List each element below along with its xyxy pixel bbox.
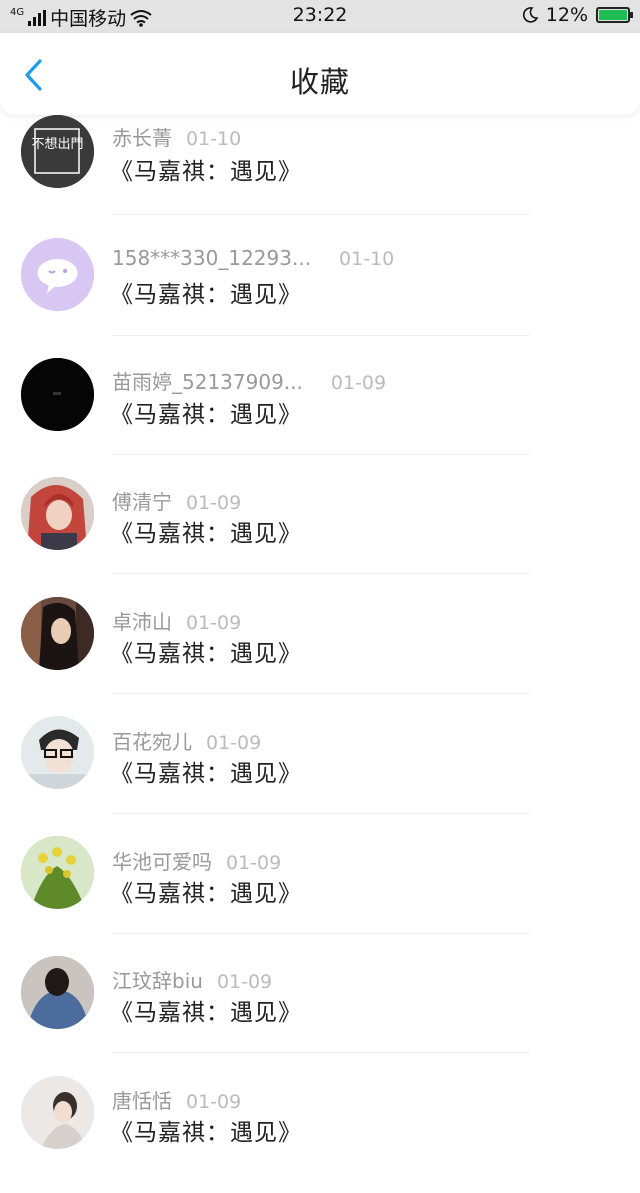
item-meta: 赤长菁 01-10 — [112, 122, 241, 151]
item-date: 01-09 — [186, 1091, 242, 1113]
divider — [112, 1052, 530, 1053]
status-right: 12% — [522, 4, 633, 26]
item-meta: 华池可爱吗 01-09 — [112, 846, 281, 875]
item-title: 《马嘉祺：遇见》 — [110, 881, 302, 907]
item-title: 《马嘉祺：遇见》 — [110, 521, 302, 547]
list-item[interactable]: 江玟辞biu 01-09 《马嘉祺：遇见》 — [0, 953, 640, 1073]
list-item[interactable]: 苗雨婷_52137909... 01-09 《马嘉祺：遇见》 — [0, 355, 640, 475]
list-item[interactable]: 傅清宁 01-09 《马嘉祺：遇见》 — [0, 474, 640, 594]
list-item[interactable]: 不想出門 赤长菁 01-10 《马嘉祺：遇见》 — [0, 115, 640, 235]
item-title: 《马嘉祺：遇见》 — [110, 641, 302, 667]
avatar-text: 不想出門 — [31, 136, 83, 152]
item-date: 01-09 — [186, 612, 242, 634]
battery-percent: 12% — [545, 4, 588, 26]
chat-bubble-avatar-icon — [21, 238, 94, 311]
item-meta: 158***330_12293... 01-10 — [112, 246, 394, 270]
item-title: 《马嘉祺：遇见》 — [110, 159, 302, 185]
hoodie-avatar-icon — [21, 956, 94, 1029]
username: 唐恬恬 — [112, 1089, 172, 1113]
username: 华池可爱吗 — [112, 850, 212, 874]
item-meta: 苗雨婷_52137909... 01-09 — [112, 366, 386, 395]
item-date: 01-10 — [186, 128, 242, 150]
item-date: 01-09 — [330, 372, 387, 394]
battery-icon — [596, 7, 633, 23]
item-date: 01-09 — [206, 732, 262, 754]
username: 江玟辞biu — [112, 969, 203, 993]
item-date: 01-09 — [186, 492, 242, 514]
list-item[interactable]: 百花宛儿 01-09 《马嘉祺：遇见》 — [0, 714, 640, 834]
item-meta: 唐恬恬 01-09 — [112, 1085, 241, 1114]
item-meta: 傅清宁 01-09 — [112, 486, 241, 515]
light-photo-avatar-icon — [21, 1076, 94, 1149]
list-item[interactable]: 卓沛山 01-09 《马嘉祺：遇见》 — [0, 594, 640, 714]
divider — [112, 454, 530, 455]
item-meta: 百花宛儿 01-09 — [112, 726, 261, 755]
dark-avatar-icon — [21, 358, 94, 431]
username: 苗雨婷_52137909... — [112, 370, 303, 394]
item-date: 01-09 — [226, 852, 282, 874]
list-item[interactable]: 158***330_12293... 01-10 《马嘉祺：遇见》 — [0, 235, 640, 355]
header: 收藏 — [0, 33, 640, 115]
glasses-boy-avatar-icon — [21, 716, 94, 789]
item-date: 01-10 — [339, 248, 395, 270]
divider — [112, 693, 530, 694]
item-meta: 卓沛山 01-09 — [112, 606, 241, 635]
item-title: 《马嘉祺：遇见》 — [110, 1120, 302, 1146]
divider — [112, 335, 530, 336]
divider — [112, 813, 530, 814]
item-title: 《马嘉祺：遇见》 — [110, 282, 302, 308]
text-avatar-icon: 不想出門 — [21, 115, 94, 188]
anime-girl-avatar-icon — [21, 477, 94, 550]
list-item[interactable]: 华池可爱吗 01-09 《马嘉祺：遇见》 — [0, 834, 640, 954]
divider — [112, 573, 530, 574]
username: 卓沛山 — [112, 610, 172, 634]
item-meta: 江玟辞biu 01-09 — [112, 965, 272, 994]
list-item[interactable]: 唐恬恬 01-09 《马嘉祺：遇见》 — [0, 1073, 640, 1193]
username: 傅清宁 — [112, 490, 172, 514]
item-date: 01-09 — [216, 971, 273, 993]
page-title: 收藏 — [289, 65, 350, 99]
flowers-avatar-icon — [21, 836, 94, 909]
photo-avatar-icon — [21, 597, 94, 670]
item-title: 《马嘉祺：遇见》 — [110, 1000, 302, 1026]
status-bar: 4G 中国移动 23:22 12% — [0, 0, 640, 33]
username: 158***330_12293... — [112, 246, 312, 270]
moon-icon — [522, 7, 538, 23]
divider — [112, 933, 530, 934]
item-title: 《马嘉祺：遇见》 — [110, 761, 302, 787]
item-title: 《马嘉祺：遇见》 — [110, 402, 302, 428]
username: 百花宛儿 — [112, 730, 192, 754]
username: 赤长菁 — [112, 126, 172, 150]
divider — [112, 214, 530, 215]
